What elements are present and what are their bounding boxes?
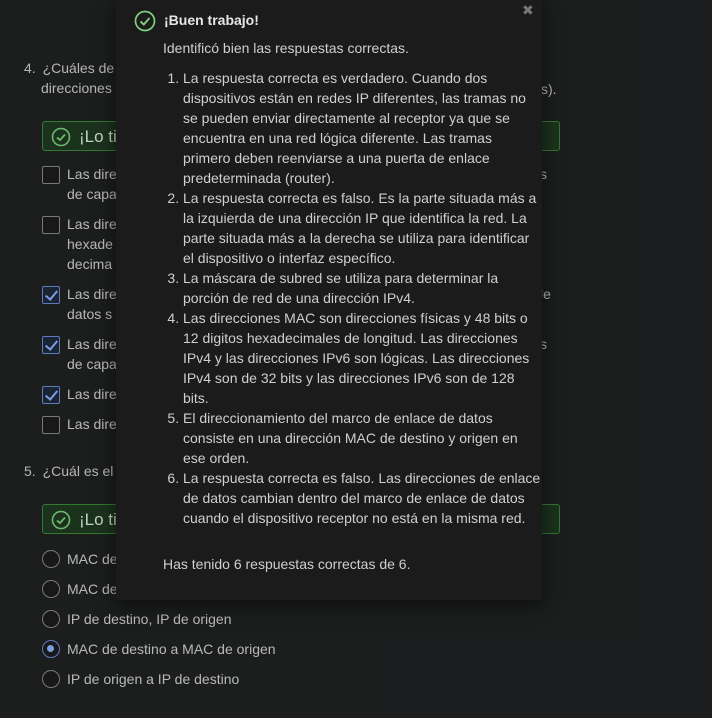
check-circle-icon [51, 510, 71, 530]
radio-button[interactable] [42, 610, 60, 628]
explanation-item: El direccionamiento del marco de enlace … [183, 408, 543, 468]
option-label-2: datos s [67, 306, 113, 322]
checkbox-checked[interactable] [42, 386, 60, 404]
popup-header: ¡Buen trabajo! [134, 10, 524, 34]
popup-title: ¡Buen trabajo! [164, 12, 259, 28]
radio-button-selected[interactable] [42, 640, 60, 658]
explanation-item: La respuesta correcta es falso. Es la pa… [183, 188, 543, 268]
check-circle-icon [51, 127, 71, 147]
checkbox[interactable] [42, 416, 60, 434]
radio-button[interactable] [42, 550, 60, 568]
feedback-popup: ✖ ¡Buen trabajo! Identificó bien las res… [116, 0, 542, 600]
question-5-number: 5. [24, 463, 36, 479]
option-label-2: hexade [67, 236, 113, 252]
option-label: IP de origen a IP de destino [67, 671, 240, 687]
checkbox-checked[interactable] [42, 286, 60, 304]
score-summary: Has tenido 6 respuestas correctas de 6. [163, 556, 411, 572]
option-label-2: de capa [67, 356, 117, 372]
explanation-item: La respuesta correcta es verdadero. Cuan… [183, 68, 543, 188]
question-4-line2: direcciones [41, 80, 112, 96]
option-label: MAC de [67, 581, 118, 597]
radio-button[interactable] [42, 580, 60, 598]
explanation-list: La respuesta correcta es verdadero. Cuan… [163, 68, 543, 528]
radio-button[interactable] [42, 670, 60, 688]
explanation-item: La máscara de subred se utiliza para det… [183, 268, 543, 308]
explanation-item: La respuesta correcta es falso. Las dire… [183, 468, 543, 528]
option-label: MAC de [67, 551, 118, 567]
question-4-number: 4. [24, 60, 36, 76]
explanation-item: Las direcciones MAC son direcciones físi… [183, 308, 543, 408]
check-circle-icon [134, 10, 156, 32]
option-label: IP de destino, IP de origen [67, 611, 232, 627]
checkbox-checked[interactable] [42, 336, 60, 354]
question-4-line1: ¿Cuáles de [42, 60, 115, 76]
option-label-2: de capa [67, 186, 117, 202]
popup-intro: Identificó bien las respuestas correctas… [163, 40, 409, 56]
question-4-tail: s). [541, 81, 557, 97]
option-label-3: decima [67, 256, 113, 272]
checkbox[interactable] [42, 166, 60, 184]
checkbox[interactable] [42, 216, 60, 234]
option-label: MAC de destino a MAC de origen [67, 641, 276, 657]
question-5-line1: ¿Cuál es el [42, 463, 114, 479]
